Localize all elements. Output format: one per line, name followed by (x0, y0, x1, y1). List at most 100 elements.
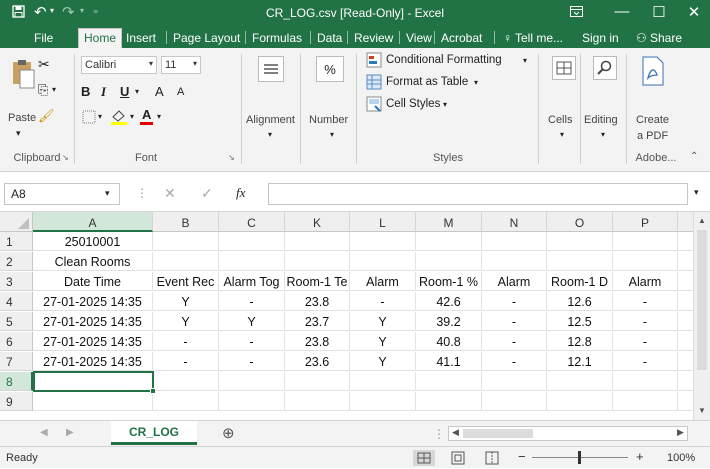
tab-formulas[interactable]: Formulas (247, 29, 307, 48)
cell-n9[interactable] (482, 392, 547, 411)
editing-button-label[interactable]: Editing (584, 114, 618, 126)
decrease-font-button[interactable]: A (177, 86, 184, 98)
cell-styles-button[interactable]: Cell Styles (386, 98, 440, 110)
cells-button-label[interactable]: Cells (548, 114, 572, 126)
tab-view[interactable]: View (401, 29, 437, 48)
cell-o7[interactable]: 12.1 (547, 352, 613, 371)
column-header-n[interactable]: N (482, 212, 547, 232)
format-as-table-button[interactable]: Format as Table (386, 76, 468, 88)
number-button-label[interactable]: Number (309, 114, 348, 126)
name-box[interactable]: A8 ▾ (4, 183, 120, 205)
cell-c9[interactable] (219, 392, 285, 411)
zoom-slider-thumb[interactable] (578, 451, 581, 464)
cell-a6[interactable]: 27-01-2025 14:35 (33, 332, 153, 351)
cell-b7[interactable]: - (153, 352, 219, 371)
cell-o3[interactable]: Room-1 D (547, 272, 613, 291)
cell-c1[interactable] (219, 232, 285, 251)
cell-b9[interactable] (153, 392, 219, 411)
horizontal-scrollbar[interactable]: ◀ ▶ (448, 426, 688, 441)
tab-page-layout[interactable]: Page Layout (168, 29, 245, 48)
cell-k1[interactable] (285, 232, 350, 251)
select-all-corner[interactable] (0, 212, 33, 232)
cell-c4[interactable]: - (219, 292, 285, 311)
horizontal-scroll-thumb[interactable] (463, 429, 533, 438)
cell-m3[interactable]: Room-1 % (416, 272, 482, 291)
cell-b3[interactable]: Event Rec (153, 272, 219, 291)
alignment-dropdown-icon[interactable]: ▾ (268, 130, 272, 139)
row-header-1[interactable]: 1 (0, 232, 33, 251)
increase-font-button[interactable]: A (155, 84, 164, 99)
cell-styles-icon[interactable] (366, 96, 382, 115)
cell-p1[interactable] (613, 232, 678, 251)
cell-o9[interactable] (547, 392, 613, 411)
row-header-6[interactable]: 6 (0, 332, 33, 351)
conditional-formatting-dropdown-icon[interactable]: ▾ (523, 56, 527, 65)
column-header-o[interactable]: O (547, 212, 613, 232)
maximize-icon[interactable]: ☐ (641, 3, 677, 21)
cell-p2[interactable] (613, 252, 678, 271)
prev-sheet-icon[interactable]: ◀ (40, 427, 48, 438)
cell-p3[interactable]: Alarm (613, 272, 678, 291)
scroll-up-icon[interactable]: ▲ (698, 216, 706, 225)
paste-icon[interactable] (10, 58, 36, 95)
alignment-icon[interactable] (258, 56, 284, 85)
cell-o8[interactable] (547, 372, 613, 391)
minimize-icon[interactable]: — (604, 3, 640, 20)
cell-n2[interactable] (482, 252, 547, 271)
underline-dropdown-icon[interactable]: ▾ (135, 87, 139, 96)
cell-m2[interactable] (416, 252, 482, 271)
cut-icon[interactable]: ✂ (38, 56, 50, 73)
cell-p9[interactable] (613, 392, 678, 411)
tell-me-box[interactable]: Tell me... (510, 29, 568, 48)
create-pdf-icon[interactable] (640, 56, 666, 89)
cell-o4[interactable]: 12.6 (547, 292, 613, 311)
cell-n7[interactable]: - (482, 352, 547, 371)
ribbon-display-options-icon[interactable] (558, 4, 594, 21)
cell-k9[interactable] (285, 392, 350, 411)
formula-input[interactable] (268, 183, 688, 205)
cell-c7[interactable]: - (219, 352, 285, 371)
worksheet-grid[interactable]: A B C K L M N O P 1 25010001 2 Clean Rooms 3 Date Time… (0, 212, 710, 420)
italic-button[interactable]: I (101, 84, 106, 100)
cell-n4[interactable]: - (482, 292, 547, 311)
font-color-dropdown-icon[interactable]: ▾ (157, 112, 161, 121)
close-icon[interactable]: ✕ (676, 3, 710, 21)
cell-k4[interactable]: 23.8 (285, 292, 350, 311)
zoom-out-button[interactable]: − (518, 449, 526, 464)
add-sheet-icon[interactable]: ⊕ (222, 424, 235, 442)
cell-l7[interactable]: Y (350, 352, 416, 371)
format-painter-icon[interactable]: 🖌 (38, 108, 55, 124)
borders-icon[interactable] (82, 110, 96, 127)
cell-p6[interactable]: - (613, 332, 678, 351)
collapse-ribbon-icon[interactable]: ⌃ (690, 151, 698, 162)
row-header-8[interactable]: 8 (0, 372, 33, 391)
cell-p7[interactable]: - (613, 352, 678, 371)
cell-b8[interactable] (153, 372, 219, 391)
copy-dropdown-icon[interactable]: ▾ (52, 85, 56, 94)
cell-b2[interactable] (153, 252, 219, 271)
row-header-2[interactable]: 2 (0, 252, 33, 271)
cell-m5[interactable]: 39.2 (416, 312, 482, 331)
cell-c8[interactable] (219, 372, 285, 391)
insert-function-button[interactable]: fx (236, 185, 245, 201)
cell-o2[interactable] (547, 252, 613, 271)
cell-b1[interactable] (153, 232, 219, 251)
cell-c3[interactable]: Alarm Tog (219, 272, 285, 291)
cell-a9[interactable] (33, 392, 153, 411)
tab-acrobat[interactable]: Acrobat (436, 29, 487, 48)
cell-a5[interactable]: 27-01-2025 14:35 (33, 312, 153, 331)
chevron-down-icon[interactable]: ▾ (105, 188, 110, 199)
bold-button[interactable]: B (81, 84, 90, 99)
cells-icon[interactable] (552, 56, 576, 83)
page-layout-view-icon[interactable] (447, 450, 469, 469)
cell-n6[interactable]: - (482, 332, 547, 351)
conditional-formatting-icon[interactable] (366, 52, 382, 71)
cell-k5[interactable]: 23.7 (285, 312, 350, 331)
copy-icon[interactable]: ⎘ (38, 82, 48, 98)
conditional-formatting-button[interactable]: Conditional Formatting (386, 54, 502, 66)
cell-m6[interactable]: 40.8 (416, 332, 482, 351)
page-break-view-icon[interactable] (481, 450, 503, 469)
fill-color-icon[interactable] (110, 108, 128, 129)
zoom-level[interactable]: 100% (667, 452, 695, 464)
tab-data[interactable]: Data (312, 29, 347, 48)
